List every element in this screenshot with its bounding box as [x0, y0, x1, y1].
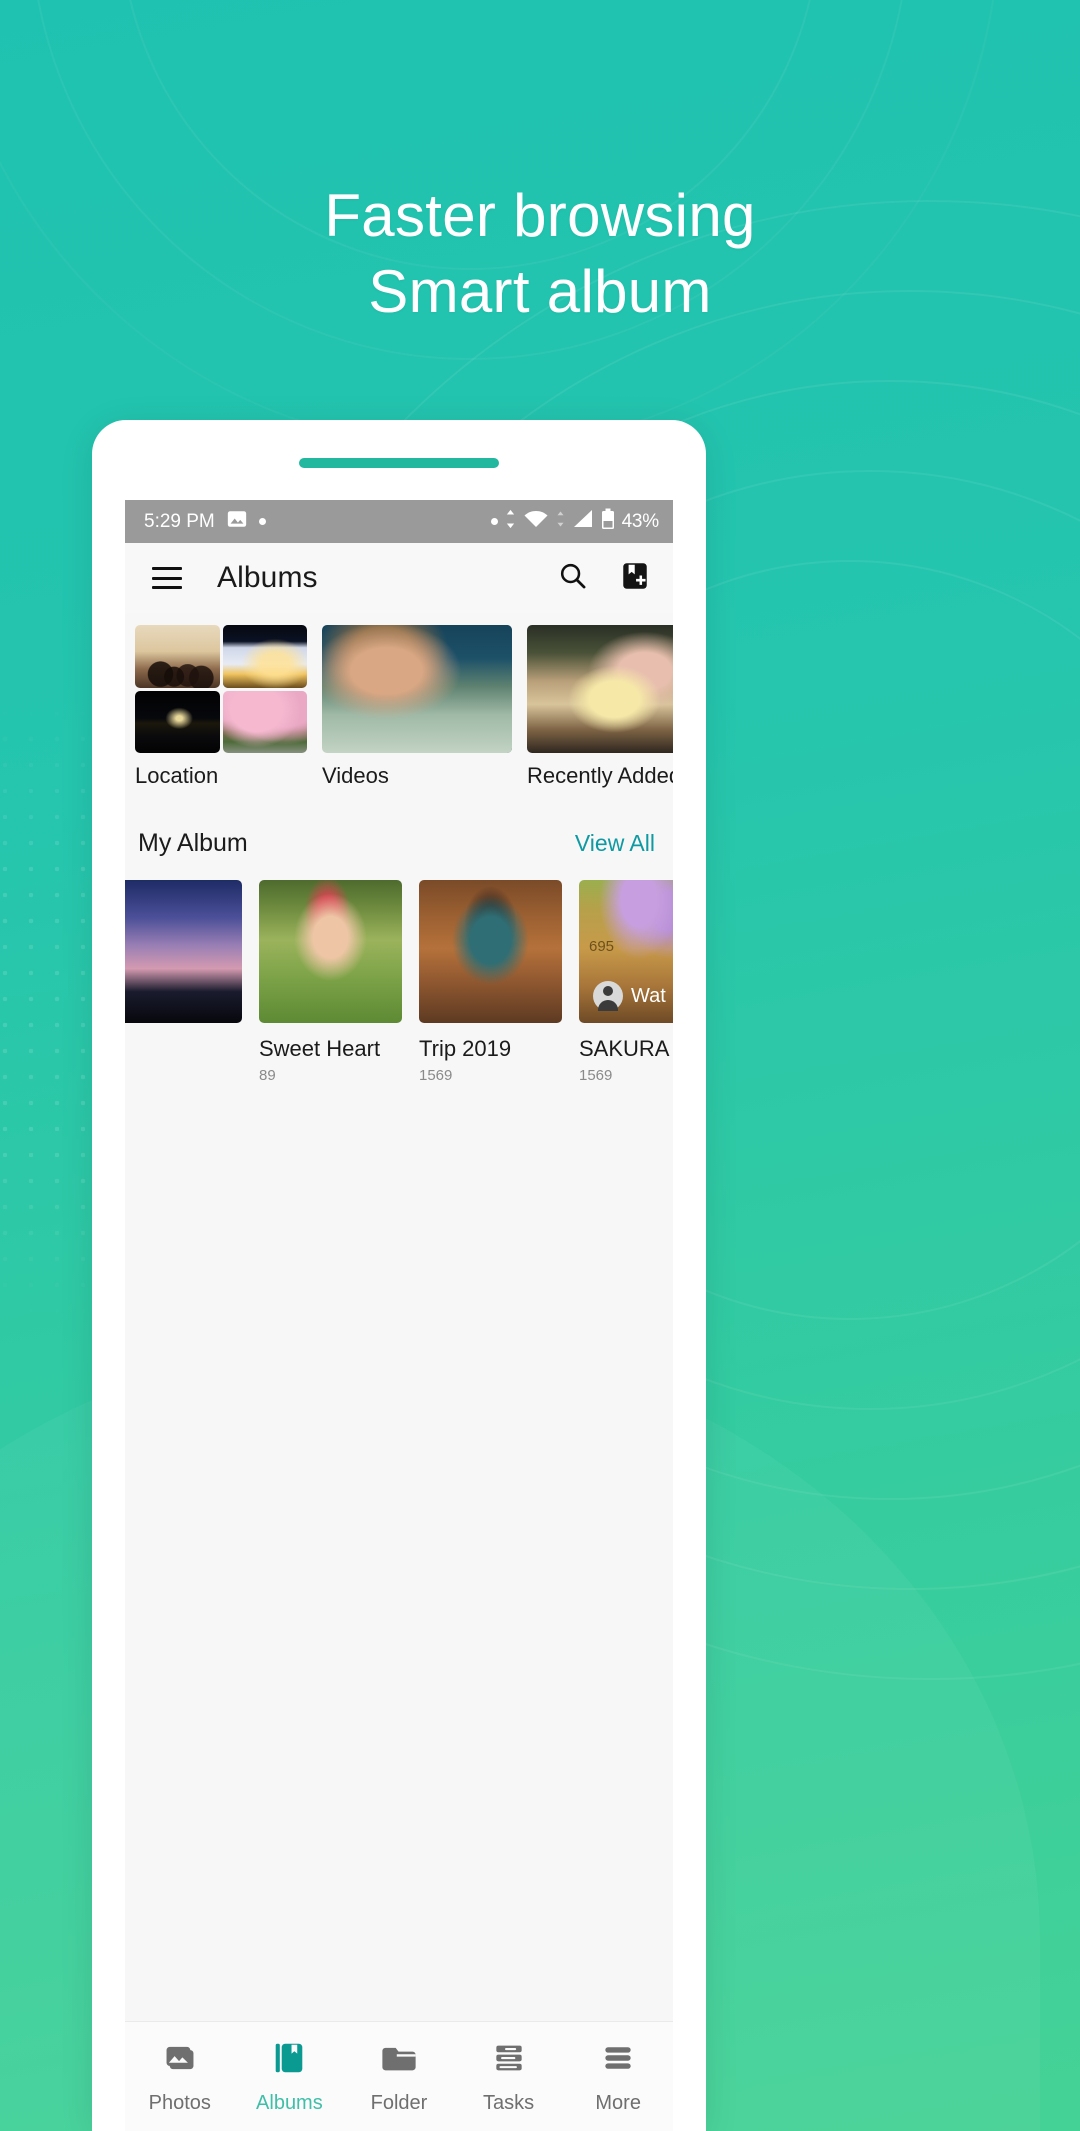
status-time: 5:29 PM: [144, 510, 215, 532]
album-name: SAKURA: [579, 1036, 670, 1061]
albums-icon: [270, 2039, 308, 2082]
album-count: 1569: [579, 1067, 613, 1084]
cell-signal-icon: [572, 509, 594, 535]
album-count: 1569: [419, 1067, 453, 1084]
album-thumbnail: [322, 625, 512, 753]
nav-label: Tasks: [483, 2091, 535, 2114]
nav-item-albums[interactable]: Albums: [235, 2039, 345, 2115]
image-icon: [226, 508, 248, 536]
promo-headline: Faster browsing Smart album: [0, 178, 1080, 330]
avatar-icon: [593, 981, 623, 1011]
bottom-navigation-bar: Photos Albums Folder Tasks More: [125, 2021, 673, 2131]
nav-label: Photos: [148, 2091, 211, 2114]
thumbnail-overlay-count: 695: [589, 938, 615, 955]
status-bar: 5:29 PM 43%: [125, 500, 673, 543]
mosaic-cell: [222, 690, 307, 753]
promo-headline-line-1: Faster browsing: [324, 182, 756, 249]
add-album-icon[interactable]: [619, 560, 651, 597]
album-card[interactable]: Sweet Heart 89: [259, 880, 402, 1084]
phone-mockup: 5:29 PM 43% Albums Location Videos Recen…: [92, 420, 706, 2131]
smart-album-label: Location: [135, 763, 219, 788]
hamburger-menu-icon[interactable]: [152, 567, 182, 589]
smart-album-location[interactable]: Location: [135, 625, 307, 789]
tasks-icon: [490, 2039, 528, 2082]
smart-album-recently-added[interactable]: Recently Added: [527, 625, 673, 789]
album-thumbnail: [259, 880, 402, 1023]
mosaic-cell: [222, 625, 307, 688]
status-bar-right: 43%: [490, 508, 660, 536]
my-albums-row: Sweet Heart 89 Trip 2019 1569 695 Wat SA…: [125, 858, 673, 1084]
wifi-icon: [523, 509, 549, 535]
photos-icon: [161, 2039, 199, 2082]
album-thumbnail: [527, 625, 673, 753]
nav-label: Folder: [370, 2091, 428, 2114]
app-bar: Albums: [125, 543, 673, 613]
album-card[interactable]: Trip 2019 1569: [419, 880, 562, 1084]
promo-headline-line-2: Smart album: [368, 258, 712, 325]
album-thumbnail: [125, 880, 242, 1023]
album-name: Sweet Heart: [259, 1036, 381, 1061]
nav-label: More: [595, 2091, 641, 2114]
dot-icon: [490, 518, 498, 525]
data-transfer-icon: [505, 509, 516, 535]
mosaic-cell: [135, 625, 220, 688]
nav-item-tasks[interactable]: Tasks: [454, 2039, 564, 2115]
search-icon[interactable]: [557, 560, 589, 597]
album-card[interactable]: 695 Wat SAKURA 1569: [579, 880, 673, 1084]
nav-item-folder[interactable]: Folder: [344, 2039, 454, 2115]
nav-item-more[interactable]: More: [563, 2039, 673, 2115]
phone-screen: 5:29 PM 43% Albums Location Videos Recen…: [125, 500, 673, 2131]
folder-icon: [380, 2039, 418, 2082]
data-transfer-icon: [556, 510, 565, 534]
battery-icon: [601, 508, 615, 536]
nav-item-photos[interactable]: Photos: [125, 2039, 235, 2115]
mosaic-cell: [135, 690, 220, 753]
dot-icon: [258, 518, 266, 525]
smart-album-label: Recently Added: [527, 763, 673, 788]
section-title: My Album: [138, 829, 248, 857]
page-title: Albums: [217, 561, 318, 594]
battery-percentage: 43%: [621, 510, 660, 532]
phone-speaker: [299, 458, 499, 468]
app-bar-actions: [557, 560, 651, 597]
album-name: Trip 2019: [419, 1036, 512, 1061]
view-all-link[interactable]: View All: [575, 830, 655, 857]
album-thumbnail: [419, 880, 562, 1023]
album-thumbnail: 695 Wat: [579, 880, 673, 1023]
watermark-overlay: Wat: [593, 981, 666, 1011]
watermark-text: Wat: [631, 984, 666, 1007]
status-bar-left: 5:29 PM: [144, 508, 266, 536]
album-count: 89: [259, 1067, 276, 1084]
album-card[interactable]: [125, 880, 242, 1084]
smart-album-label: Videos: [322, 763, 389, 788]
more-icon: [599, 2039, 637, 2082]
my-album-section-header: My Album View All: [125, 789, 673, 858]
album-mosaic-thumbnail: [135, 625, 307, 753]
nav-label: Albums: [256, 2091, 323, 2114]
smart-album-videos[interactable]: Videos: [322, 625, 512, 789]
smart-albums-row: Location Videos Recently Added: [125, 613, 673, 789]
